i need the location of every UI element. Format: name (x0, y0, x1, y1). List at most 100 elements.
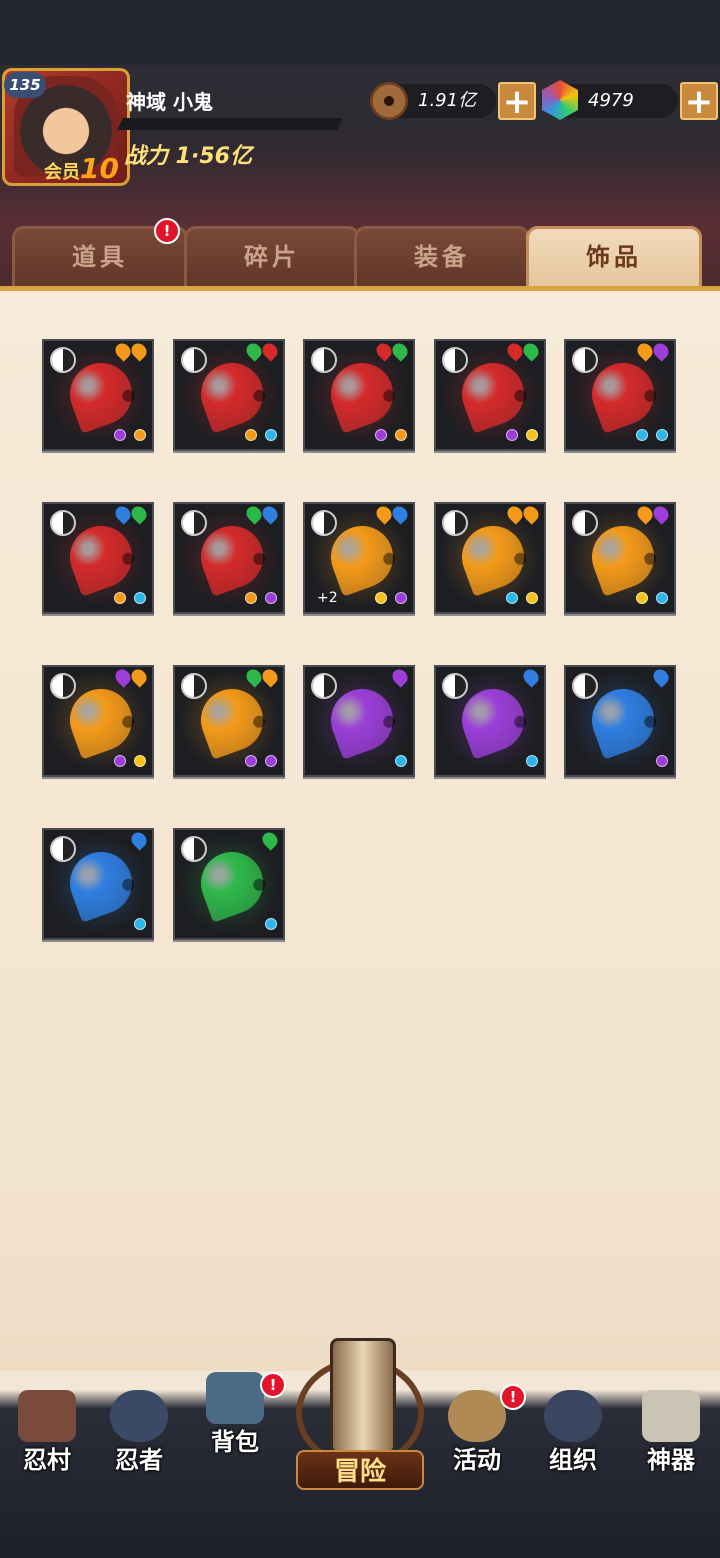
enhance-level: +2 (317, 590, 338, 606)
element-flames (503, 341, 542, 362)
accessory-slot[interactable] (433, 665, 546, 777)
accessory-slot[interactable] (172, 665, 285, 777)
tab-accessories[interactable]: 饰品 (526, 226, 702, 290)
attribute-dot (134, 755, 146, 767)
nav-village-label: 忍村 (23, 1446, 71, 1474)
yin-yang-icon (311, 347, 337, 373)
accessory-slot[interactable] (42, 502, 154, 614)
yin-yang-icon (50, 836, 76, 862)
accessory-slot[interactable] (433, 502, 546, 614)
coin-value: 1.91亿 (418, 90, 477, 111)
add-coins-button[interactable]: + (498, 82, 536, 120)
tab-items-alert-badge: ! (154, 218, 180, 244)
attribute-dot (264, 592, 277, 604)
attribute-dots (114, 592, 146, 604)
scroll-book-icon (642, 1390, 700, 1442)
element-flames (650, 667, 672, 688)
attribute-dots (656, 755, 668, 767)
nav-ninja[interactable]: 忍者 (96, 1390, 182, 1480)
attribute-dot (264, 755, 277, 767)
village-gate-icon (18, 1390, 76, 1442)
attribute-dot (636, 592, 648, 604)
flame-icon (503, 504, 526, 525)
attribute-dots (244, 755, 277, 767)
nav-adventure[interactable]: 冒险 (292, 1338, 428, 1490)
attribute-dot (114, 592, 126, 604)
backpack-alert-badge: ! (260, 1372, 286, 1398)
accessory-slot[interactable]: +2 (303, 502, 415, 614)
accessory-slot[interactable] (42, 339, 154, 451)
name-underline (117, 118, 343, 130)
element-flames (112, 341, 150, 362)
attribute-dot (525, 592, 538, 604)
attribute-dot (244, 755, 257, 767)
attribute-dot (395, 592, 407, 604)
yin-yang-icon (311, 673, 337, 699)
attribute-dot (114, 755, 126, 767)
nav-artifacts[interactable]: 神器 (628, 1390, 714, 1480)
accessory-slot[interactable] (172, 828, 285, 940)
events-alert-badge: ! (500, 1384, 526, 1410)
vip-label: 会员 (44, 162, 80, 183)
accessory-slot[interactable] (564, 665, 676, 777)
element-flames (373, 504, 411, 525)
yin-yang-icon (180, 510, 207, 536)
accessory-slot[interactable] (564, 502, 676, 614)
accessory-slot[interactable] (172, 339, 285, 451)
yin-yang-icon (441, 673, 468, 699)
accessory-slot[interactable] (564, 339, 676, 451)
nav-artifacts-label: 神器 (647, 1446, 695, 1474)
element-flames (112, 504, 150, 525)
element-flames (519, 667, 542, 688)
attribute-dot (505, 592, 518, 604)
attribute-dot (244, 592, 257, 604)
attribute-dot (375, 429, 387, 441)
accessory-slot[interactable] (433, 339, 546, 451)
nav-events-label: 活动 (453, 1446, 501, 1474)
flame-icon (242, 341, 265, 362)
scroll-icon (330, 1338, 396, 1454)
accessory-slot[interactable] (172, 502, 285, 614)
accessory-slot[interactable] (42, 665, 154, 777)
coin-counter: 1.91亿 (370, 82, 496, 120)
element-flames (242, 341, 281, 362)
yin-yang-icon (180, 673, 207, 699)
yin-yang-icon (50, 673, 76, 699)
attribute-dots (395, 755, 407, 767)
attribute-dot (656, 429, 668, 441)
flame-icon (242, 667, 265, 688)
flame-icon (242, 504, 265, 525)
element-flames (242, 667, 281, 688)
accessory-slot[interactable] (303, 339, 415, 451)
nav-organization[interactable]: 组织 (530, 1390, 616, 1480)
attribute-dot (395, 429, 407, 441)
ninja-head-icon (110, 1390, 168, 1442)
flame-icon (503, 341, 526, 362)
element-flames (112, 667, 150, 688)
tab-equipment[interactable]: 装备 (354, 226, 530, 290)
element-flames (373, 341, 411, 362)
yin-yang-icon (441, 347, 468, 373)
player-name: 神域 小鬼 (126, 90, 213, 114)
organization-icon (544, 1390, 602, 1442)
accessory-slot[interactable] (42, 828, 154, 940)
attribute-dot (636, 429, 648, 441)
nav-organization-label: 组织 (549, 1446, 597, 1474)
nav-adventure-label: 冒险 (296, 1450, 424, 1490)
accessory-slot[interactable] (303, 665, 415, 777)
attribute-dots (264, 918, 277, 930)
nav-village[interactable]: 忍村 (4, 1390, 90, 1480)
attribute-dots (636, 592, 668, 604)
vip-badge[interactable]: 会员10 (44, 152, 119, 185)
nav-ninja-label: 忍者 (115, 1446, 163, 1474)
attribute-dot (505, 429, 518, 441)
attribute-dots (505, 592, 538, 604)
element-flames (634, 341, 672, 362)
attribute-dot (375, 592, 387, 604)
yin-yang-icon (572, 347, 598, 373)
backpack-icon (206, 1372, 264, 1424)
gem-counter: 4979 (542, 80, 678, 120)
attribute-dot (656, 592, 668, 604)
add-gems-button[interactable]: + (680, 82, 718, 120)
tab-fragments[interactable]: 碎片 (184, 226, 360, 290)
